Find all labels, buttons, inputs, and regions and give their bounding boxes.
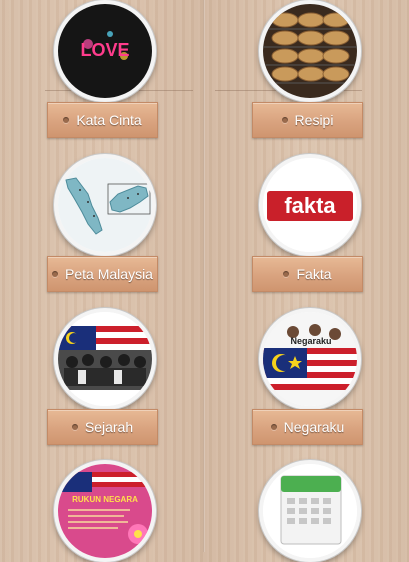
svg-text:LOVE: LOVE [80,40,129,60]
svg-text:fakta: fakta [284,193,336,218]
peta-malaysia-label: Peta Malaysia [65,266,153,282]
bullet-icon [63,117,70,123]
bullet-icon [71,424,78,430]
negaraku-flag-icon[interactable]: Negaraku [259,308,361,410]
malaysia-map-icon[interactable] [54,154,156,256]
rukun-negara-icon[interactable]: RUKUN NEGARA [54,460,156,562]
bullet-icon [52,271,59,277]
bullet-icon [283,271,290,277]
svg-text:Negaraku: Negaraku [290,336,331,346]
svg-text:RUKUN NEGARA: RUKUN NEGARA [72,495,138,504]
love-text-icon[interactable]: LOVE [54,0,156,102]
resipi-button[interactable]: Resipi [252,102,363,138]
kata-cinta-label: Kata Cinta [76,112,142,128]
resipi-label: Resipi [294,112,334,128]
bread-icon[interactable] [259,0,361,102]
calendar-icon[interactable] [259,460,361,562]
fakta-icon[interactable]: fakta [259,154,361,256]
bullet-icon [281,117,288,123]
negaraku-button[interactable]: Negaraku [252,409,363,445]
sejarah-button[interactable]: Sejarah [47,409,158,445]
peta-malaysia-button[interactable]: Peta Malaysia [47,256,158,292]
bullet-icon [270,424,277,430]
history-photo-icon[interactable] [54,308,156,410]
sejarah-label: Sejarah [84,419,134,435]
fakta-button[interactable]: Fakta [252,256,363,292]
negaraku-label: Negaraku [283,419,345,435]
kata-cinta-button[interactable]: Kata Cinta [47,102,158,138]
column-divider [203,0,205,552]
fakta-label: Fakta [296,266,332,282]
